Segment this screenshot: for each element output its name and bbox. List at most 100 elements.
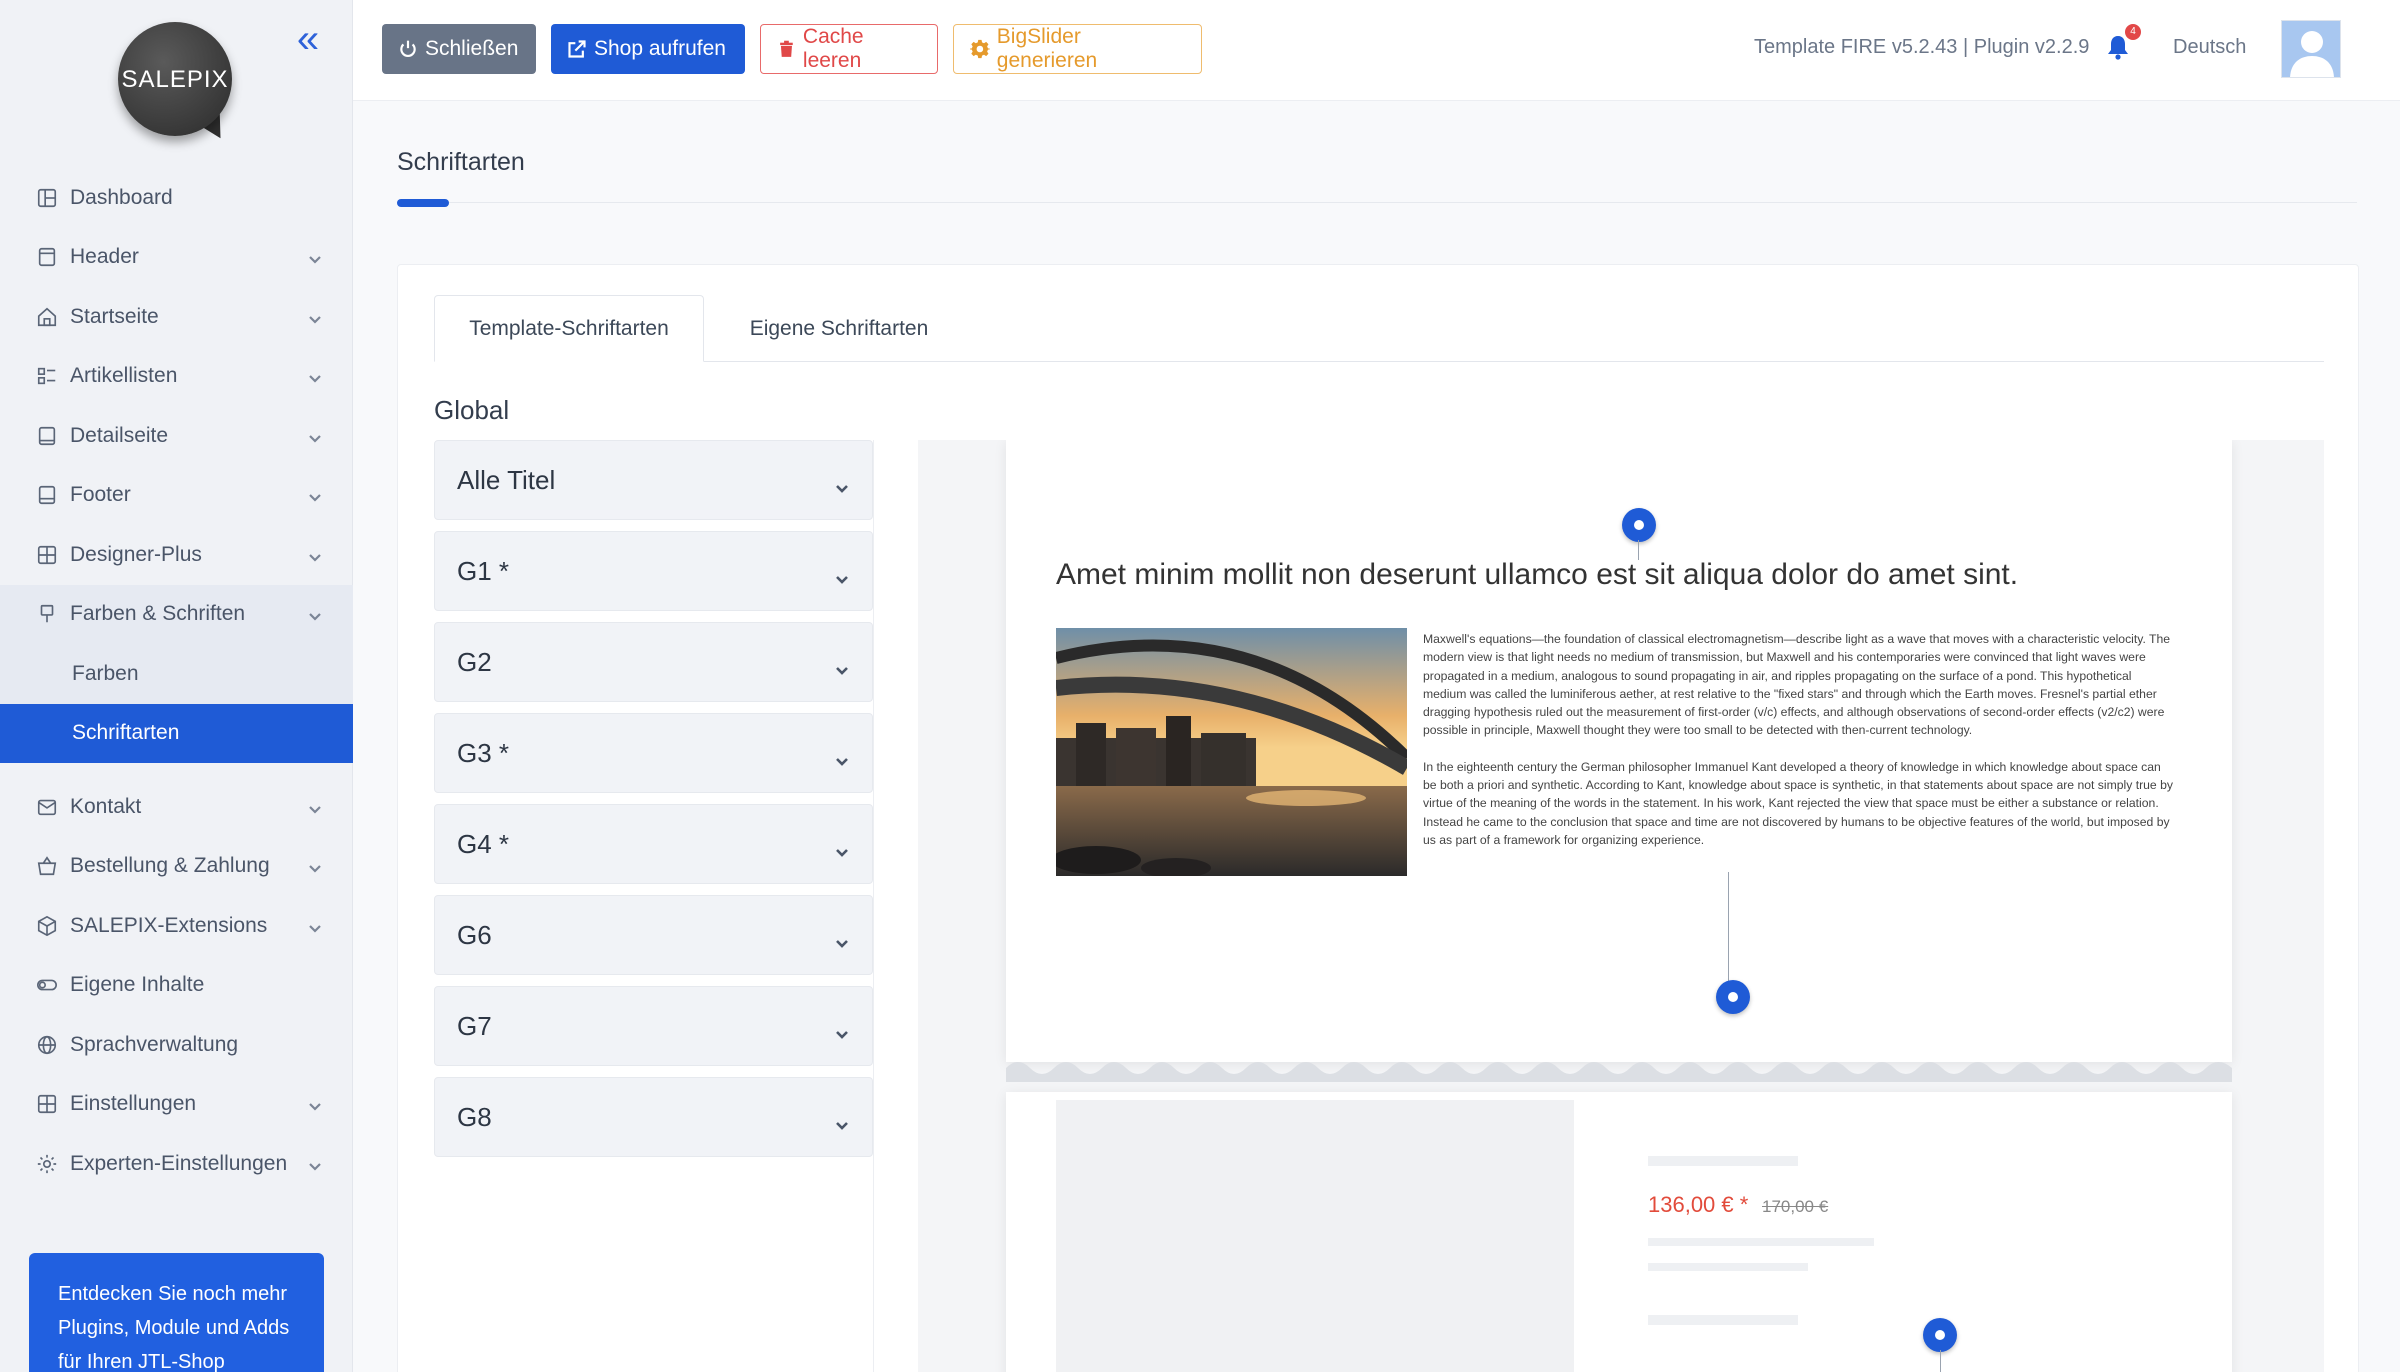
- accordion-label: G8: [457, 1101, 492, 1132]
- tab-bar: Template-Schriftarten Eigene Schriftarte…: [434, 295, 2324, 362]
- preview-paragraph-2: In the eighteenth century the German phi…: [1423, 759, 2173, 847]
- body-marker-line: [1728, 872, 1729, 982]
- grid-icon: [36, 1093, 58, 1115]
- sidebar-item-label: Farben & Schriften: [70, 602, 246, 626]
- chevron-down-icon: [834, 745, 850, 766]
- collapse-sidebar-icon[interactable]: «: [290, 19, 326, 60]
- sidebar-item-label: Kontakt: [70, 794, 142, 818]
- sidebar-item-farben-schriften[interactable]: Farben & Schriften: [0, 584, 353, 644]
- dashboard-icon: [36, 187, 58, 209]
- accordion-item-alle-titel[interactable]: Alle Titel: [434, 440, 873, 520]
- close-button[interactable]: Schließen: [382, 24, 536, 74]
- chevron-down-icon: [307, 606, 323, 622]
- accordion-item-g8[interactable]: G8: [434, 1077, 873, 1157]
- accordion-label: G1 *: [457, 555, 510, 586]
- sidebar: SALEPIX « Dashboard Header Startseite Ar…: [0, 0, 353, 1372]
- accordion-item-g1[interactable]: G1 *: [434, 531, 873, 611]
- sidebar-item-artikellisten[interactable]: Artikellisten: [0, 347, 353, 407]
- heading-marker[interactable]: [1622, 508, 1656, 542]
- chevron-down-icon: [307, 368, 323, 384]
- sidebar-item-designer-plus[interactable]: Designer-Plus: [0, 525, 353, 585]
- open-shop-button-label: Shop aufrufen: [594, 37, 726, 60]
- sidebar-item-label: Sprachverwaltung: [70, 1032, 239, 1056]
- sidebar-item-footer[interactable]: Footer: [0, 466, 353, 526]
- sidebar-item-label: Artikellisten: [70, 364, 178, 388]
- sidebar-item-kontakt[interactable]: Kontakt: [0, 777, 353, 837]
- accordion-item-g3[interactable]: G3 *: [434, 713, 873, 793]
- designer-icon: [36, 544, 58, 566]
- sidebar-item-detailseite[interactable]: Detailseite: [0, 406, 353, 466]
- toggle-icon: [36, 974, 58, 996]
- preview-body-text: Maxwell's equations—the foundation of cl…: [1423, 630, 2173, 867]
- sidebar-item-label: Header: [70, 245, 139, 269]
- sidebar-item-label: Startseite: [70, 304, 159, 328]
- product-price: 136,00 € *: [1648, 1192, 1749, 1217]
- chevron-down-icon: [307, 547, 323, 563]
- sidebar-subitem-farben[interactable]: Farben: [0, 644, 353, 704]
- preview-paragraph-1: Maxwell's equations—the foundation of cl…: [1423, 632, 2171, 738]
- user-icon: [2282, 21, 2340, 77]
- header-icon: [36, 246, 58, 268]
- topbar: Schließen Shop aufrufen Cache leeren Big…: [353, 0, 2400, 101]
- contact-icon: [36, 796, 58, 818]
- accordion-item-g4[interactable]: G4 *: [434, 804, 873, 884]
- sidebar-item-eigene-inhalte[interactable]: Eigene Inhalte: [0, 956, 353, 1016]
- chevron-down-icon: [307, 1096, 323, 1112]
- sidebar-item-label: Footer: [70, 483, 131, 507]
- open-shop-button[interactable]: Shop aufrufen: [551, 24, 745, 74]
- detail-icon: [36, 425, 58, 447]
- basket-icon: [36, 855, 58, 877]
- price-marker[interactable]: [1923, 1318, 1957, 1352]
- chevron-down-icon: [307, 309, 323, 325]
- box-icon: [36, 915, 58, 937]
- preview-bridge-image: [1056, 628, 1407, 876]
- sidebar-item-label: Experten-Einstellungen: [70, 1151, 288, 1175]
- sidebar-subitem-schriftarten[interactable]: Schriftarten: [0, 703, 353, 763]
- list-icon: [36, 365, 58, 387]
- preview-wave-divider: [1006, 1062, 2232, 1082]
- sidebar-item-label: Bestellung & Zahlung: [70, 854, 270, 878]
- tab-eigene-schriftarten[interactable]: Eigene Schriftarten: [704, 295, 974, 362]
- sidebar-item-dashboard[interactable]: Dashboard: [0, 168, 353, 228]
- accordion-label: Alle Titel: [457, 464, 556, 495]
- accordion-item-g2[interactable]: G2: [434, 622, 873, 702]
- section-title: Global: [434, 395, 510, 425]
- sidebar-item-bestellung-zahlung[interactable]: Bestellung & Zahlung: [0, 837, 353, 897]
- chevron-down-icon: [834, 654, 850, 675]
- body-text-marker[interactable]: [1716, 980, 1750, 1014]
- sidebar-item-sprachverwaltung[interactable]: Sprachverwaltung: [0, 1015, 353, 1075]
- heading-marker-line: [1638, 540, 1639, 560]
- power-icon: [400, 40, 416, 57]
- fonts-card: Template-Schriftarten Eigene Schriftarte…: [397, 264, 2359, 1372]
- sidebar-item-salepix-extensions[interactable]: SALEPIX-Extensions: [0, 896, 353, 956]
- chevron-down-icon: [834, 563, 850, 584]
- sidebar-item-startseite[interactable]: Startseite: [0, 287, 353, 347]
- salepix-logo[interactable]: SALEPIX: [118, 22, 236, 146]
- chevron-down-icon: [834, 836, 850, 857]
- trash-icon: [780, 40, 793, 57]
- promo-banner[interactable]: Entdecken Sie noch mehr Plugins, Module …: [29, 1253, 324, 1372]
- sidebar-item-header[interactable]: Header: [0, 228, 353, 288]
- product-price-old: 170,00 €: [1762, 1197, 1829, 1216]
- sidebar-item-label: Designer-Plus: [70, 542, 202, 566]
- footer-icon: [36, 484, 58, 506]
- gear-icon: [970, 39, 990, 59]
- chevron-down-icon: [307, 428, 323, 444]
- sidebar-item-label: SALEPIX-Extensions: [70, 913, 268, 937]
- tab-template-schriftarten[interactable]: Template-Schriftarten: [434, 295, 704, 362]
- chevron-down-icon: [307, 487, 323, 503]
- placeholder-line: [1648, 1238, 1874, 1246]
- title-accent-bar: [397, 199, 449, 207]
- sidebar-item-experten-einstellungen[interactable]: Experten-Einstellungen: [0, 1134, 353, 1194]
- home-icon: [36, 306, 58, 328]
- sidebar-item-label: Eigene Inhalte: [70, 973, 205, 997]
- accordion-item-g6[interactable]: G6: [434, 895, 873, 975]
- font-preview: Amet minim mollit non deserunt ullamco e…: [918, 440, 2324, 1372]
- language-selector[interactable]: Deutsch: [2173, 36, 2246, 59]
- clear-cache-button[interactable]: Cache leeren: [760, 24, 938, 74]
- generate-bigslider-button[interactable]: BigSlider generieren: [953, 24, 1202, 74]
- sidebar-item-einstellungen[interactable]: Einstellungen: [0, 1075, 353, 1135]
- avatar[interactable]: [2281, 20, 2341, 78]
- accordion-label: G6: [457, 919, 492, 950]
- accordion-item-g7[interactable]: G7: [434, 986, 873, 1066]
